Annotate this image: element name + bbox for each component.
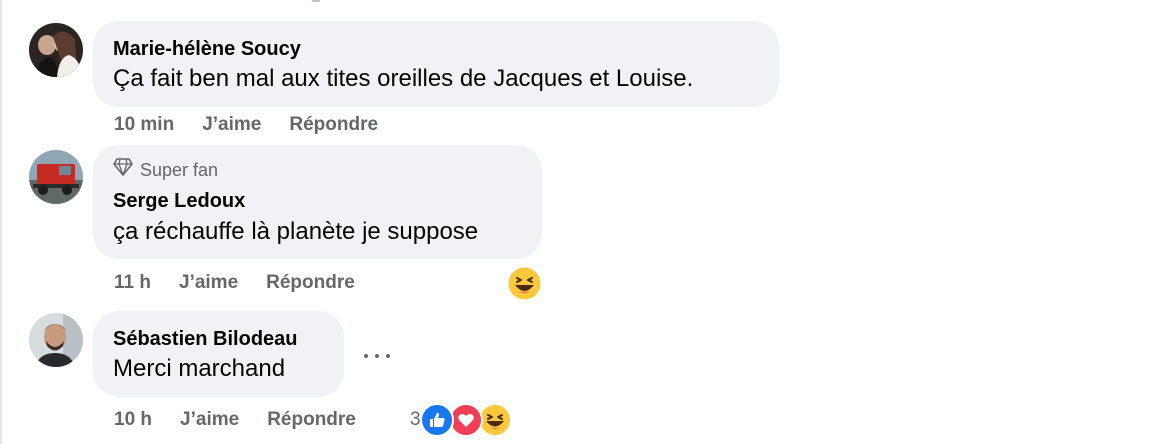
comment-bubble: Sébastien Bilodeau Merci marchand <box>93 311 344 397</box>
scroll-remnant <box>312 0 320 2</box>
comment-actions: 10 h J’aime Répondre <box>114 409 356 431</box>
like-button[interactable]: J’aime <box>179 272 238 294</box>
reply-button[interactable]: Répondre <box>289 114 378 136</box>
comment-actions: 10 min J’aime Répondre <box>114 114 378 136</box>
reply-button[interactable]: Répondre <box>267 409 356 431</box>
reactions-summary[interactable]: 3 <box>410 403 512 437</box>
thread-line <box>0 0 2 444</box>
like-button[interactable]: J’aime <box>202 114 261 136</box>
comment-time[interactable]: 11 h <box>114 272 151 294</box>
avatar-serge-ledoux[interactable] <box>29 150 83 204</box>
comment-bubble: Super fan Serge Ledoux ça réchauffe là p… <box>93 145 542 259</box>
like-reaction-icon <box>419 403 454 437</box>
haha-reaction-icon[interactable] <box>508 267 541 300</box>
comment-author[interactable]: Serge Ledoux <box>113 189 522 213</box>
comment-author[interactable]: Marie-hélène Soucy <box>113 37 759 61</box>
comment-author[interactable]: Sébastien Bilodeau <box>113 327 324 351</box>
reply-button[interactable]: Répondre <box>266 272 355 294</box>
super-fan-badge: Super fan <box>113 158 522 181</box>
comments-section: Marie-hélène Soucy Ça fait ben mal aux t… <box>0 0 1168 444</box>
avatar-marie-helene-soucy[interactable] <box>29 23 83 77</box>
comment-bubble: Marie-hélène Soucy Ça fait ben mal aux t… <box>93 21 779 107</box>
avatar-sebastien-bilodeau[interactable] <box>29 313 83 367</box>
badge-label: Super fan <box>140 159 219 180</box>
like-button[interactable]: J’aime <box>180 409 239 431</box>
comment-time[interactable]: 10 min <box>114 114 174 136</box>
comment-text: Ça fait ben mal aux tites oreilles de Ja… <box>113 65 694 92</box>
comment-time[interactable]: 10 h <box>114 409 152 431</box>
comment-text: Merci marchand <box>113 355 286 382</box>
reaction-count: 3 <box>410 409 421 430</box>
comment-actions: 11 h J’aime Répondre <box>114 272 355 294</box>
comment-text: ça réchauffe là planète je suppose <box>113 218 479 245</box>
more-options-icon[interactable] <box>364 346 390 366</box>
diamond-icon <box>113 158 133 181</box>
love-reaction-icon <box>448 403 483 437</box>
haha-reaction-icon <box>477 403 512 437</box>
